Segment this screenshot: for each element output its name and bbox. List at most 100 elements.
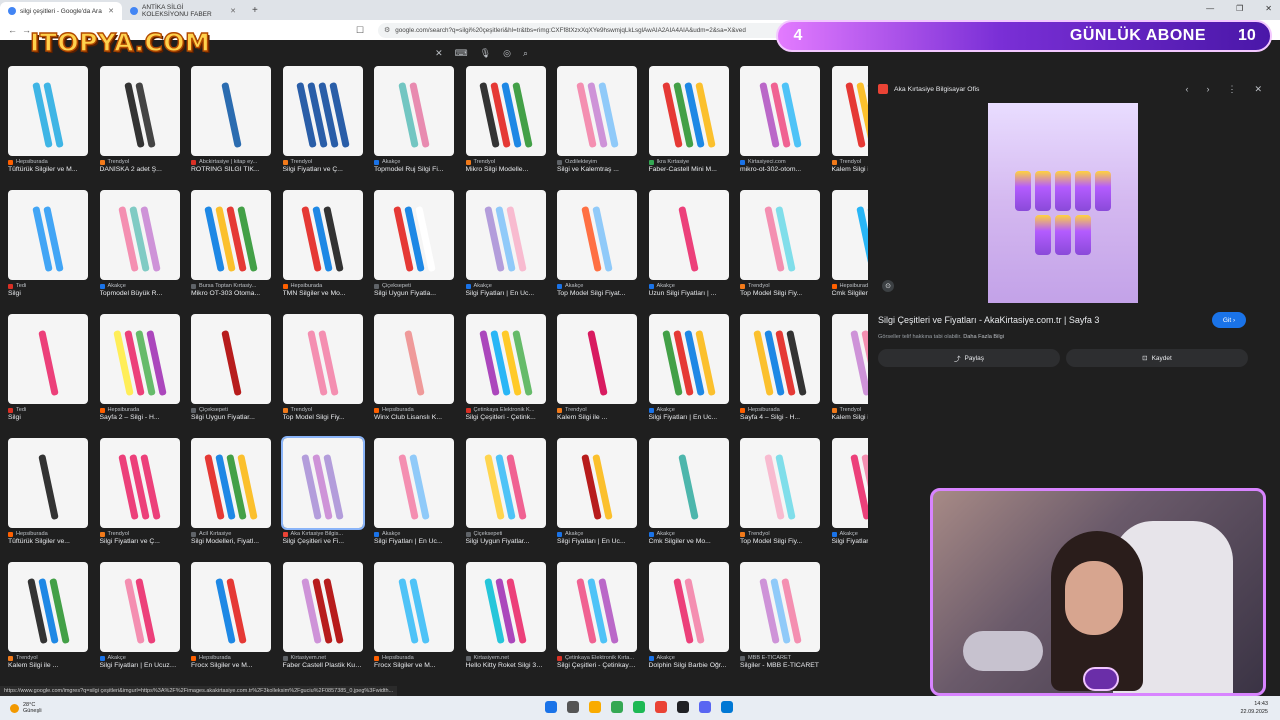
result-thumbnail[interactable] bbox=[465, 190, 546, 280]
result-title[interactable]: Silgi Modelleri, Fiyatl... bbox=[191, 538, 271, 545]
result-source[interactable]: İkra Kırtasiye bbox=[648, 159, 729, 165]
image-result-card[interactable]: Abckirtasiye | kitap ey... ROTRİNG SİLGİ … bbox=[191, 66, 271, 173]
maximize-icon[interactable]: ❐ bbox=[1236, 4, 1243, 13]
result-source[interactable]: Trendyol bbox=[740, 283, 820, 289]
image-result-card[interactable]: Kirtasiyem.net Faber Castell Plastik Kut.… bbox=[282, 562, 363, 669]
result-thumbnail[interactable] bbox=[557, 438, 637, 528]
result-title[interactable]: Silgiler - MBB E-TİCARET bbox=[740, 662, 820, 669]
preview-image[interactable] bbox=[988, 103, 1138, 303]
minimize-icon[interactable]: — bbox=[1206, 4, 1214, 13]
result-thumbnail[interactable] bbox=[740, 562, 820, 652]
start-icon[interactable] bbox=[545, 701, 557, 713]
result-thumbnail[interactable] bbox=[740, 314, 820, 404]
result-source[interactable]: Çiçeksepeti bbox=[465, 531, 546, 537]
close-window-icon[interactable]: ✕ bbox=[1265, 4, 1272, 13]
learn-more-link[interactable]: Daha Fazla Bilgi bbox=[963, 334, 1004, 340]
result-source[interactable]: Trendyol bbox=[831, 407, 869, 413]
result-source[interactable]: Akakçe bbox=[648, 283, 729, 289]
result-thumbnail[interactable] bbox=[99, 314, 180, 404]
result-source[interactable]: Çetinkaya Elektronik Kırta... bbox=[557, 655, 637, 661]
result-title[interactable]: Winx Club Lisanslı K... bbox=[374, 414, 454, 421]
image-result-card[interactable]: Çiçeksepeti Silgi Uygun Fiyatlar... bbox=[191, 314, 271, 421]
image-result-card[interactable]: Aka Kırtasiye Bilgis... Silgi Çeşitleri v… bbox=[280, 436, 365, 545]
result-source[interactable]: Özdilekteyim bbox=[557, 159, 637, 165]
result-thumbnail[interactable] bbox=[374, 314, 454, 404]
result-title[interactable]: Silgi Uygun Fiyatlar... bbox=[466, 538, 546, 545]
result-source[interactable]: Akakçe bbox=[648, 407, 729, 413]
image-result-card[interactable]: Çiçeksepeti Silgi Uygun Fiyatla... bbox=[374, 190, 454, 297]
url-field[interactable]: ⚙ google.com/search?q=silgi%20çeşitleri&… bbox=[378, 22, 798, 38]
result-thumbnail[interactable] bbox=[191, 562, 271, 652]
result-source[interactable]: Abckirtasiye | kitap ey... bbox=[191, 159, 271, 165]
result-thumbnail[interactable] bbox=[557, 314, 637, 404]
result-title[interactable]: Silgi Uygun Fiyatlar... bbox=[191, 414, 271, 421]
result-thumbnail[interactable] bbox=[465, 562, 546, 652]
result-source[interactable]: Akakçe bbox=[465, 283, 546, 289]
result-title[interactable]: Kalem Silgi ile ... bbox=[557, 414, 637, 421]
image-result-card[interactable]: Trendyol Silgi Fiyatları ve Ç... bbox=[99, 438, 180, 545]
result-title[interactable]: Faber-Castell Mini M... bbox=[649, 166, 729, 173]
close-tab-icon[interactable]: ✕ bbox=[230, 7, 236, 15]
result-source[interactable]: Akakçe bbox=[99, 655, 180, 661]
image-result-card[interactable]: AkakçeSilgi Fiyatları | En Uc... bbox=[557, 438, 637, 545]
result-source[interactable]: Acil Kırtasiye bbox=[191, 531, 271, 537]
result-source[interactable]: Tedi bbox=[8, 283, 88, 289]
result-thumbnail[interactable] bbox=[831, 190, 868, 280]
result-thumbnail[interactable] bbox=[99, 190, 180, 280]
result-source[interactable]: Trendyol bbox=[99, 531, 180, 537]
image-result-card[interactable]: AkakçeSilgi Fiyatları | En Uc... bbox=[465, 190, 546, 297]
result-title[interactable]: Silgi Fiyatları | En Uc... bbox=[557, 538, 637, 545]
result-thumbnail[interactable] bbox=[557, 562, 637, 652]
result-title[interactable]: Kalem Silgi ile ... bbox=[8, 662, 88, 669]
result-source[interactable]: Hepsiburada bbox=[740, 407, 820, 413]
result-title[interactable]: Silgi Fiyatları | En Uc... bbox=[649, 414, 729, 421]
result-thumbnail[interactable] bbox=[280, 436, 365, 530]
result-title[interactable]: Frocx Silgiler ve M... bbox=[374, 662, 454, 669]
save-button[interactable]: ⊡ Kaydet bbox=[1066, 349, 1248, 367]
result-title[interactable]: Top Model Silgi Fiy... bbox=[283, 414, 363, 421]
result-source[interactable]: Trendyol bbox=[8, 655, 88, 661]
spotify-icon[interactable] bbox=[633, 701, 645, 713]
preview-title[interactable]: Silgi Çeşitleri ve Fiyatları - AkaKirtas… bbox=[878, 315, 1099, 325]
result-source[interactable]: MBB E-TİCARET bbox=[740, 655, 820, 661]
result-source[interactable]: Hepsiburada bbox=[282, 283, 363, 289]
weather-widget[interactable]: 28°C Güneşli bbox=[10, 702, 42, 714]
result-thumbnail[interactable] bbox=[648, 562, 729, 652]
result-title[interactable]: Sayfa 2 – Silgi - H... bbox=[100, 414, 180, 421]
image-result-card[interactable]: Trendyol Top Model Silgi Fiy... bbox=[740, 438, 820, 545]
image-result-card[interactable]: Akakçe Topmodel Büyük R... bbox=[99, 190, 180, 297]
result-thumbnail[interactable] bbox=[374, 438, 454, 528]
image-result-card[interactable]: Hepsiburada Tüftürük Silgiler ve... bbox=[8, 438, 88, 545]
result-title[interactable]: Mikro OT-303 Otoma... bbox=[191, 290, 271, 297]
chrome-icon[interactable] bbox=[611, 701, 623, 713]
bookmark-icon[interactable]: ☐ bbox=[356, 25, 370, 36]
image-result-card[interactable]: AkakçeSilgi Fiyatları | En Uc... bbox=[374, 438, 454, 545]
image-result-card[interactable]: Kirtasiyeci.com mikro-ot-302-otom... bbox=[740, 66, 820, 173]
result-title[interactable]: Mikro Silgi Modelle... bbox=[466, 166, 546, 173]
result-title[interactable]: Silgi ve Kalemtraş ... bbox=[557, 166, 637, 173]
result-thumbnail[interactable] bbox=[374, 562, 454, 652]
image-result-card[interactable]: Hepsiburada Frocx Silgiler ve M... bbox=[374, 562, 454, 669]
image-result-card[interactable]: TrendyolKalem Silgi ile ... bbox=[557, 314, 637, 421]
result-title[interactable]: Tüftürük Silgiler ve... bbox=[8, 538, 88, 545]
image-result-card[interactable]: Acil Kırtasiye Silgi Modelleri, Fiyatl... bbox=[191, 438, 271, 545]
clear-search-icon[interactable]: ✕ bbox=[435, 48, 443, 59]
result-title[interactable]: Silgi Fiyatları | En Uc... bbox=[374, 538, 454, 545]
result-source[interactable]: Hepsiburada bbox=[191, 655, 271, 661]
image-result-card[interactable]: Özdilekteyim Silgi ve Kalemtraş ... bbox=[557, 66, 637, 173]
result-thumbnail[interactable] bbox=[282, 190, 363, 280]
preview-site-name[interactable]: Aka Kırtasiye Bilgisayar Ofis bbox=[894, 86, 979, 93]
result-title[interactable]: Silgi Uygun Fiyatla... bbox=[374, 290, 454, 297]
search-icon[interactable]: ⌕ bbox=[523, 48, 528, 59]
result-title[interactable]: Top Model Silgi Fiyat... bbox=[557, 290, 637, 297]
share-button[interactable]: ⤴ Paylaş bbox=[878, 349, 1060, 367]
result-thumbnail[interactable] bbox=[282, 314, 363, 404]
microphone-icon[interactable]: 🎙 bbox=[480, 48, 491, 59]
result-source[interactable]: Akakçe bbox=[99, 283, 180, 289]
previous-arrow-icon[interactable]: ‹ bbox=[1185, 84, 1188, 95]
image-result-card[interactable]: Akakçe Silgi Fiyatları | En Ucuzu ... bbox=[99, 562, 180, 669]
result-source[interactable]: Akakçe bbox=[374, 531, 454, 537]
result-title[interactable]: Kalem Silgi ile ... bbox=[832, 166, 869, 173]
result-thumbnail[interactable] bbox=[99, 562, 180, 652]
result-title[interactable]: Silgi Fiyatları | En Uc... bbox=[466, 290, 546, 297]
